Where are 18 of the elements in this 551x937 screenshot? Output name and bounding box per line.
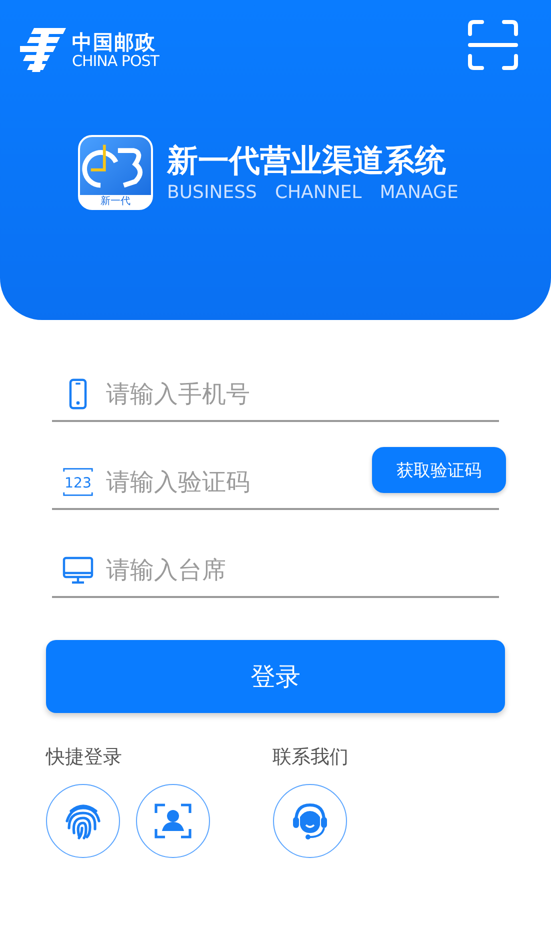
app-subtitle-word: MANAGE bbox=[380, 180, 458, 204]
face-scan-icon bbox=[153, 801, 193, 841]
login-button[interactable]: 登录 bbox=[46, 640, 505, 713]
logo-name: 中国邮政 bbox=[72, 31, 157, 53]
monitor-icon bbox=[62, 554, 94, 586]
section-label: 联系我们 bbox=[272, 745, 350, 769]
scan-icon[interactable] bbox=[468, 20, 518, 70]
get-code-button[interactable]: 获取验证码 bbox=[372, 447, 506, 493]
logo-english-name: CHINA POST bbox=[72, 53, 159, 69]
app-icon-label: 新一代 bbox=[100, 195, 130, 208]
post-logo-icon bbox=[20, 28, 66, 72]
app-subtitle-word: BUSINESS bbox=[167, 180, 257, 204]
text-input[interactable]: 请输入验证码 bbox=[106, 464, 360, 500]
app-subtitle-word: CHANNEL bbox=[274, 180, 362, 204]
text-input[interactable]: 请输入手机号 bbox=[106, 376, 499, 412]
section-label: 快捷登录 bbox=[46, 745, 123, 769]
app-title: 新一代营业渠道系统 bbox=[167, 142, 447, 180]
text-input[interactable]: 请输入台席 bbox=[106, 552, 499, 588]
